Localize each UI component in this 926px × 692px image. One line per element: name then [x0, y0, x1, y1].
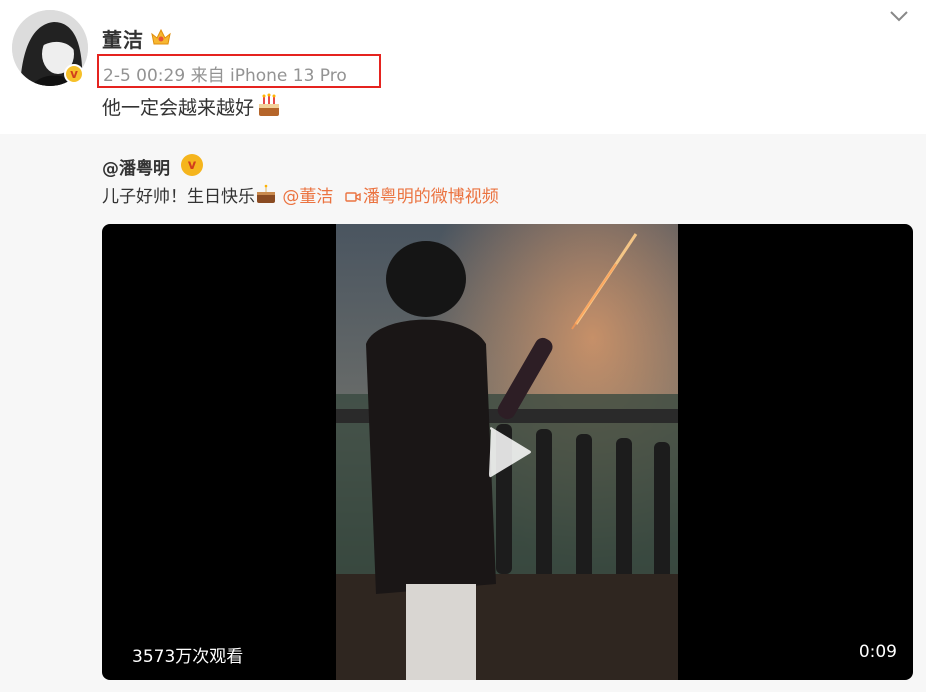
crown-icon — [151, 28, 171, 45]
post-meta: 2-5 00:29 来自 iPhone 13 Pro — [103, 61, 347, 86]
video-player[interactable]: 3573万次观看 0:09 — [102, 224, 913, 680]
video-duration: 0:09 — [858, 642, 897, 662]
play-icon[interactable] — [483, 424, 535, 480]
verified-icon: v — [181, 154, 203, 176]
post-text-content: 他一定会越来越好 — [102, 97, 255, 119]
mention-link[interactable]: @董洁 — [282, 187, 333, 207]
post-source: 来自 iPhone 13 Pro — [190, 66, 347, 86]
cake-icon — [259, 93, 280, 116]
video-link[interactable]: 潘粤明的微博视频 — [363, 187, 499, 207]
chevron-down-icon[interactable] — [887, 6, 911, 26]
post-text: 他一定会越来越好 — [102, 92, 282, 120]
video-camera-icon — [345, 192, 361, 202]
verified-icon: v — [64, 64, 84, 84]
cake-icon — [257, 184, 275, 203]
author-name[interactable]: 董洁 — [102, 24, 144, 53]
post-header: v 董洁 2-5 00:29 来自 iPhone 13 Pro 他一定会越来越好 — [0, 0, 926, 132]
post-timestamp[interactable]: 2-5 00:29 — [103, 66, 185, 86]
view-count: 3573万次观看 — [132, 647, 244, 667]
repost-text-content: 儿子好帅！生日快乐 — [102, 187, 255, 207]
repost-card: @潘粤明 v 儿子好帅！生日快乐 @董洁 潘粤明的微博视频 3573万次观看 0… — [0, 134, 926, 692]
repost-author[interactable]: @潘粤明 — [102, 154, 170, 179]
repost-text: 儿子好帅！生日快乐 @董洁 潘粤明的微博视频 — [102, 182, 499, 207]
